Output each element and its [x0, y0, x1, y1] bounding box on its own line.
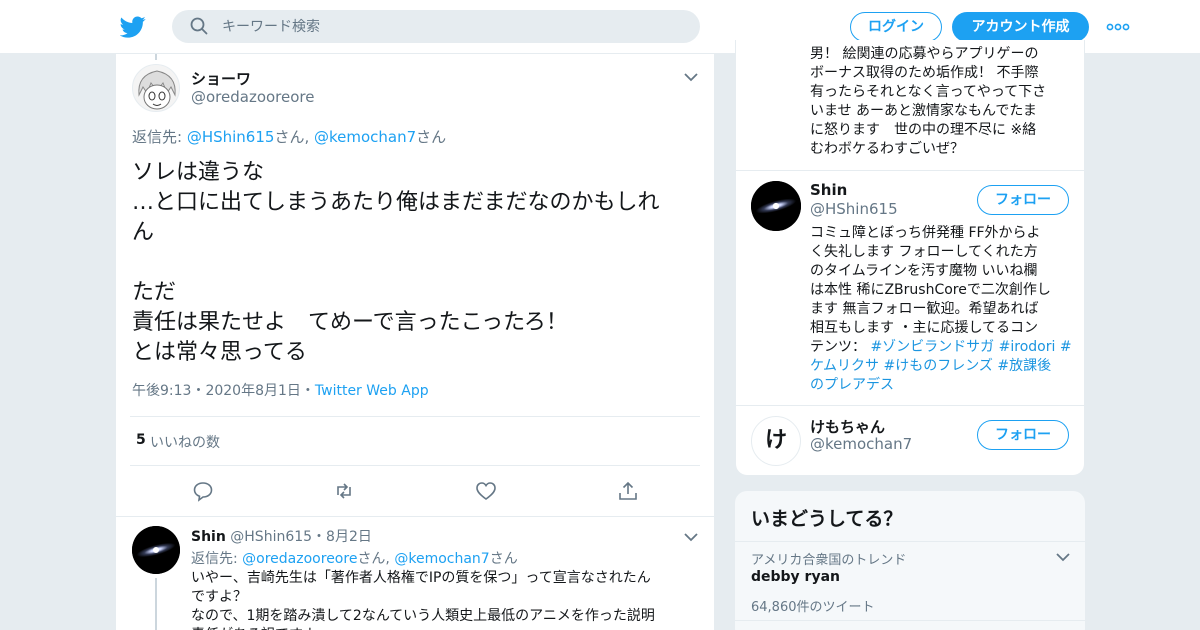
avatar[interactable]: け [751, 416, 801, 466]
reply-to-suffix: さん [416, 128, 447, 146]
hashtag-link[interactable]: #irodori [999, 339, 1056, 355]
chevron-down-icon[interactable] [683, 71, 699, 83]
user-bio: 男！ 絵関連の応募やらアプリゲーの ボーナス取得のため垢作成！ 不手際 有ったら… [810, 46, 1047, 157]
follow-button[interactable]: フォロー [977, 420, 1069, 450]
divider [116, 516, 714, 517]
divider [736, 170, 1084, 171]
hashtag-link[interactable]: ケムリクサ [810, 358, 879, 374]
search-input[interactable] [222, 10, 682, 43]
user-handle[interactable]: @kemochan7 [810, 435, 912, 453]
divider [735, 541, 1085, 542]
main-timeline: ショーワ @oredazooreore 返信先: @HShin615さん, @k… [115, 54, 715, 630]
tweet-timestamp: 午後9:13・2020年8月1日・Twitter Web App [132, 380, 429, 400]
mention-link[interactable]: @oredazooreore [242, 551, 357, 567]
galaxy-avatar-icon [751, 181, 801, 231]
trends-card: いまどうしてる？ アメリカ合衆国のトレンド debby ryan 64,860件… [735, 491, 1085, 630]
trends-title: いまどうしてる？ [751, 508, 903, 530]
hashtag-link[interactable]: # [1060, 339, 1072, 355]
twitter-bird-icon[interactable] [120, 14, 146, 40]
tweet-time[interactable]: 午後9:13・2020年8月1日・ [132, 383, 315, 399]
mention-link[interactable]: @HShin615 [187, 128, 275, 146]
thread-line [155, 578, 157, 630]
search-bar[interactable] [172, 10, 700, 43]
divider [735, 620, 1085, 621]
likes-label: いいねの数 [150, 435, 220, 451]
reply-to-line: 返信先: @HShin615さん, @kemochan7さん [132, 126, 446, 147]
login-button[interactable]: ログイン [850, 12, 942, 42]
share-icon[interactable] [617, 480, 639, 502]
hashtag-link[interactable]: のプレアデス [810, 377, 894, 393]
reply-to-line: 返信先: @oredazooreoreさん, @kemochan7さん [191, 548, 518, 568]
hashtag-link[interactable]: #放課後 [997, 358, 1051, 374]
likes-stat-row[interactable]: 5 いいねの数 [130, 416, 700, 466]
author-name[interactable]: ショーワ [191, 68, 251, 89]
reply-icon[interactable] [192, 480, 214, 502]
reply-author-line: Shin @HShin615・8月2日 [191, 526, 372, 546]
signup-button[interactable]: アカウント作成 [952, 12, 1089, 42]
retweet-icon[interactable] [333, 480, 355, 502]
author-handle[interactable]: @oredazooreore [191, 88, 315, 106]
user-name[interactable]: Shin [810, 181, 847, 199]
reply-to-sep: さん, [357, 551, 395, 567]
reply-author-name[interactable]: Shin [191, 529, 226, 545]
chevron-down-icon[interactable] [683, 531, 699, 543]
likes-count: 5 [136, 432, 146, 448]
trend-context: アメリカ合衆国のトレンド [751, 553, 907, 568]
reply-handle-date[interactable]: @HShin615・8月2日 [230, 529, 372, 545]
hashtag-link[interactable]: #けものフレンズ [883, 358, 992, 374]
anime-avatar-icon [138, 70, 176, 110]
source-app-link[interactable]: Twitter Web App [315, 383, 429, 399]
hashtag-link[interactable]: #ゾンビランドサガ [870, 339, 994, 355]
avatar[interactable] [751, 181, 801, 231]
reply-to-prefix: 返信先: [132, 128, 187, 146]
avatar[interactable] [132, 526, 180, 574]
mention-link[interactable]: @kemochan7 [314, 128, 416, 146]
tweet-text: ソレは違うな …と口に出てしまうあたり俺はまだまだなのかもしれ ん ただ 責任は… [132, 160, 660, 365]
chevron-down-icon[interactable] [1055, 551, 1071, 563]
thread-line-top [155, 54, 157, 60]
bio-text: コミュ障とぼっち併発種 FF外からよ く失礼します フォローしてくれた方 のタイ… [810, 225, 1051, 355]
mention-link[interactable]: @kemochan7 [394, 551, 489, 567]
like-heart-icon[interactable] [475, 480, 497, 502]
search-icon [190, 17, 208, 35]
user-handle[interactable]: @HShin615 [810, 200, 898, 218]
divider [736, 405, 1084, 406]
trend-tweet-count: 64,860件のツイート [751, 600, 875, 615]
more-options-icon[interactable] [1106, 18, 1130, 36]
follow-button[interactable]: フォロー [977, 185, 1069, 215]
avatar-letter: け [764, 428, 787, 453]
avatar[interactable] [132, 64, 180, 112]
reply-to-suffix: さん [489, 551, 518, 567]
galaxy-avatar-icon [132, 526, 180, 574]
reply-to-prefix: 返信先: [191, 551, 243, 567]
user-name[interactable]: けもちゃん [810, 416, 885, 437]
who-to-follow-card: 男！ 絵関連の応募やらアプリゲーの ボーナス取得のため垢作成！ 不手際 有ったら… [735, 40, 1085, 476]
trend-name: debby ryan [751, 569, 841, 585]
reply-to-sep: さん, [274, 128, 314, 146]
reply-text: いやー、吉崎先生は「著作者人格権でIPの質を保つ」って宣言なされたん ですよ？ … [191, 570, 655, 630]
user-bio: コミュ障とぼっち併発種 FF外からよ く失礼します フォローしてくれた方 のタイ… [810, 224, 1072, 395]
